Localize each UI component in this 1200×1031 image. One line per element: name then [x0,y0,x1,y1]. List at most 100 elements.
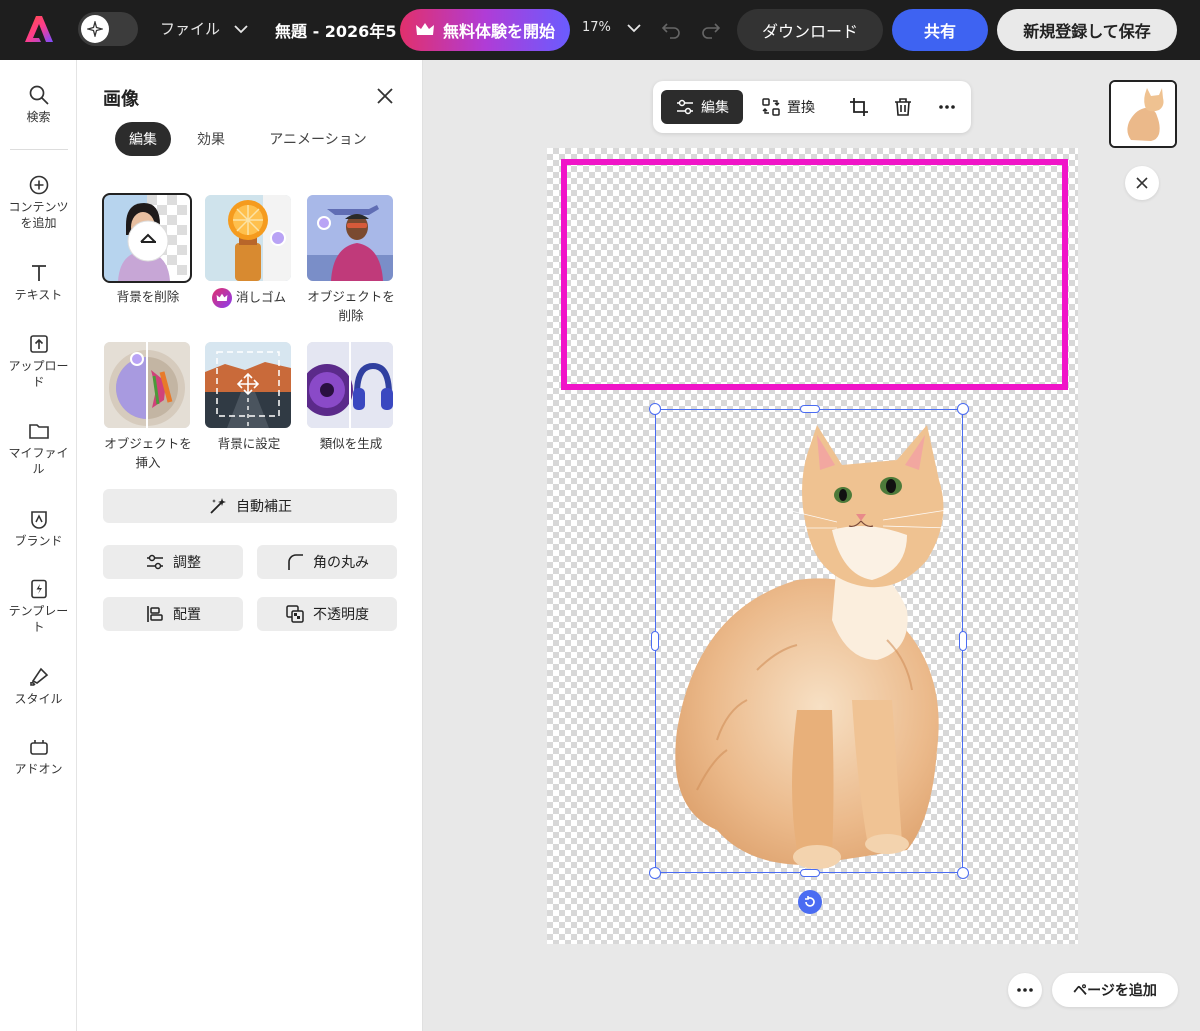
sliders-icon [147,554,163,570]
round-corners-label: 角の丸み [313,555,369,571]
crop-icon[interactable] [849,97,869,117]
more-options-icon [1017,988,1033,992]
resize-handle-bottom[interactable] [800,869,820,877]
tool-label: 消しゴム [205,288,293,308]
start-trial-label: 無料体験を開始 [442,22,555,41]
rotate-handle[interactable] [798,890,822,914]
remove-background-thumbnail [102,193,192,283]
file-menu-label: ファイル [160,20,221,38]
rail-item-label: スタイル [14,692,63,706]
addon-icon [29,740,48,755]
set-background-thumbnail [205,342,291,428]
tool-label: 背景に設定 [217,436,281,451]
tool-label: オブジェクトを挿入 [104,436,192,470]
more-options-icon[interactable] [937,97,957,117]
edit-image-label: 編集 [701,100,729,116]
page-thumbnail[interactable] [1109,80,1177,148]
document-title[interactable]: 無題 - 2026年5 [275,18,415,42]
sparkle-icon [81,15,109,43]
adobe-express-logo[interactable] [24,14,54,44]
selection-box[interactable] [655,409,963,873]
premium-crown-icon [211,288,232,308]
round-corners-button[interactable]: 角の丸み [257,545,397,579]
rail-item-label: アドオン [14,762,63,776]
rail-item-styles[interactable]: スタイル [0,666,77,708]
rail-item-label: テキスト [14,288,63,302]
replace-icon [762,98,780,116]
tool-remove-background[interactable]: 背景を削除 [102,193,192,307]
share-button[interactable]: 共有 [892,9,988,51]
magic-wand-icon [210,498,226,514]
brand-icon [30,511,47,529]
resize-handle-bottom-left[interactable] [649,867,661,879]
resize-handle-top[interactable] [800,405,820,413]
pink-frame-shape[interactable] [561,159,1068,390]
tab-effects[interactable]: 効果 [189,122,233,156]
adjust-button[interactable]: 調整 [103,545,243,579]
tool-generate-similar[interactable]: 類似を生成 [307,342,395,454]
mode-toggle[interactable] [78,12,138,46]
resize-handle-bottom-right[interactable] [957,867,969,879]
left-rail: 検索 コンテンツを追加 テキスト アップロード マイファイル ブランド テンプレ… [0,60,77,1031]
rail-item-upload[interactable]: アップロード [0,333,77,390]
rail-item-label: 検索 [26,110,51,124]
rail-item-label: コンテンツを追加 [8,200,69,230]
rail-item-label: テンプレート [8,604,69,634]
rail-item-addons[interactable]: アドオン [0,736,77,778]
top-bar: ファイル 無題 - 2026年5 無料体験を開始 17% ダウンロード 共有 新… [0,0,1200,60]
style-icon [29,667,48,686]
tool-set-as-background[interactable]: 背景に設定 [205,342,293,454]
rail-item-text[interactable]: テキスト [0,262,77,304]
upload-icon [29,335,48,353]
template-icon [30,579,47,599]
sliders-icon [677,99,693,115]
replace-image-button[interactable]: 置換 [761,90,815,124]
chevron-down-icon [627,23,641,32]
rail-item-my-files[interactable]: マイファイル [0,420,77,477]
page-more-options-button[interactable] [1008,973,1042,1007]
signup-save-button[interactable]: 新規登録して保存 [997,9,1177,51]
auto-fix-label: 自動補正 [236,499,292,515]
rail-item-add-content[interactable]: コンテンツを追加 [0,174,77,231]
canvas-page[interactable] [547,148,1078,944]
close-thumbnail-button[interactable] [1125,166,1159,200]
edit-image-button[interactable]: 編集 [661,90,743,124]
redo-icon[interactable] [700,18,722,40]
tool-label: 背景を削除 [116,289,180,304]
plus-circle-icon [29,175,48,195]
close-icon[interactable] [375,86,395,106]
auto-fix-button[interactable]: 自動補正 [103,489,397,523]
resize-handle-top-right[interactable] [957,403,969,415]
tab-edit[interactable]: 編集 [115,122,171,156]
resize-handle-right[interactable] [959,631,967,651]
tool-label-text: 消しゴム [235,289,286,305]
opacity-button[interactable]: 不透明度 [257,597,397,631]
opacity-label: 不透明度 [313,607,369,623]
start-trial-button[interactable]: 無料体験を開始 [400,9,570,51]
crown-icon [415,23,434,35]
tool-eraser[interactable]: 消しゴム [205,195,293,308]
resize-handle-top-left[interactable] [649,403,661,415]
rail-divider [10,149,68,150]
trash-icon[interactable] [893,97,913,117]
rail-item-label: ブランド [14,534,63,548]
tool-label: オブジェクトを削除 [307,289,395,323]
rail-item-brand[interactable]: ブランド [0,508,77,550]
tool-insert-object[interactable]: オブジェクトを挿入 [104,342,192,473]
tool-remove-object[interactable]: オブジェクトを削除 [307,195,395,326]
add-page-button[interactable]: ページを追加 [1052,973,1178,1007]
image-panel: 画像 編集 効果 アニメーション 背景を削除 消しゴム オブジェクトを削除 オブ… [77,60,423,1031]
arrange-button[interactable]: 配置 [103,597,243,631]
tab-animation[interactable]: アニメーション [261,122,375,156]
opacity-icon [286,605,304,623]
rail-item-search[interactable]: 検索 [0,84,77,126]
close-icon [1136,177,1148,189]
undo-icon[interactable] [660,18,682,40]
rotate-icon [805,896,815,907]
download-button[interactable]: ダウンロード [737,9,883,51]
rail-item-templates[interactable]: テンプレート [0,578,77,635]
folder-icon [28,424,49,439]
file-menu[interactable]: ファイル [160,18,248,39]
resize-handle-left[interactable] [651,631,659,651]
zoom-dropdown[interactable]: 17% [582,20,641,35]
